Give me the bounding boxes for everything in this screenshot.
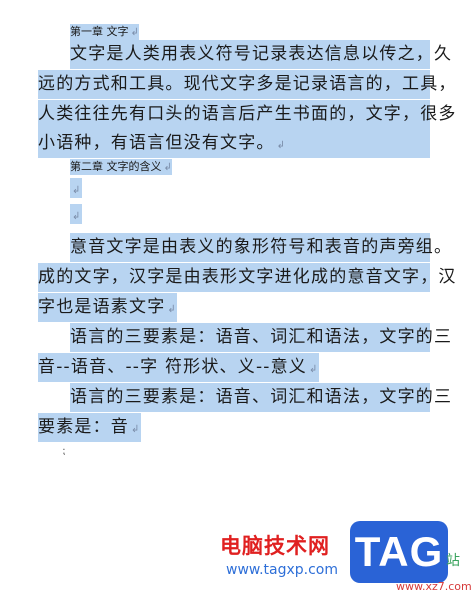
line-text: 语言的三要素是：语音、词汇和语法，文字的三: [70, 387, 453, 407]
paragraph-2-line-1[interactable]: 意音文字是由表义的象形符号和表音的声旁组。: [70, 233, 451, 262]
empty-paragraph-1[interactable]: ↲: [70, 178, 82, 198]
paragraph-mark-icon: ↲: [276, 140, 287, 151]
paragraph-mark-icon: ↲: [130, 27, 139, 38]
line-text: 远的方式和工具。现代文字多是记录语言的，工具，: [38, 74, 457, 94]
paragraph-1-line-2[interactable]: 远的方式和工具。现代文字多是记录语言的，工具，: [38, 70, 455, 99]
chapter-heading-1-text: 第一章 文字: [70, 25, 129, 38]
paragraph-1-line-3[interactable]: 人类往往先有口头的语言后产生书面的，文字，很多: [38, 100, 455, 129]
tag-logo: TAG: [350, 521, 448, 583]
document-page[interactable]: 第一章 文字 ↲ 文字是人类用表义符号记录表达信息以传之，久 远的方式和工具。现代…: [0, 0, 474, 599]
paragraph-4-line-1[interactable]: 语言的三要素是：语音、词汇和语法，文字的三: [70, 383, 451, 412]
chapter-heading-2[interactable]: 第二章 文字的含义 ↲: [70, 159, 172, 175]
paragraph-3-line-1[interactable]: 语言的三要素是：语音、词汇和语法，文字的三: [70, 323, 451, 352]
watermark-zhan: 站: [446, 553, 460, 569]
line-text: 人类往往先有口头的语言后产生书面的，文字，很多: [38, 104, 457, 124]
paragraph-mark-icon: ↲: [167, 304, 177, 315]
text-cursor-icon: ⁏: [62, 446, 66, 457]
paragraph-mark-icon: ↲: [72, 185, 81, 196]
line-text: 小语种，有语言但没有文字。: [38, 133, 275, 153]
paragraph-mark-icon: ↲: [72, 211, 81, 222]
paragraph-2-line-2[interactable]: 成的文字，汉字是由表形文字进化成的意音文字，汉: [38, 263, 455, 292]
watermark-site-name: 电脑技术网: [220, 534, 330, 558]
line-text: 音--语音、--字 符形状、义--意义: [38, 357, 308, 377]
empty-paragraph-2[interactable]: ↲: [70, 204, 82, 224]
line-text: 文字是人类用表义符号记录表达信息以传之，久: [70, 44, 453, 64]
chapter-heading-1[interactable]: 第一章 文字 ↲: [70, 24, 139, 40]
line-text: 字也是语素文字: [38, 297, 166, 317]
paragraph-3-line-2[interactable]: 音--语音、--字 符形状、义--意义 ↲: [38, 353, 319, 382]
chapter-heading-2-text: 第二章 文字的含义: [70, 160, 162, 173]
paragraph-2-line-3[interactable]: 字也是语素文字 ↲: [38, 293, 177, 322]
line-text: 成的文字，汉字是由表形文字进化成的意音文字，汉: [38, 267, 457, 287]
paragraph-mark-icon: ↲: [131, 424, 141, 435]
paragraph-1-line-4[interactable]: 小语种，有语言但没有文字。 ↲: [38, 129, 430, 158]
watermark-xz-url: www.xz7.com: [396, 580, 472, 593]
line-text: 语言的三要素是：语音、词汇和语法，文字的三: [70, 327, 453, 347]
line-text: 要素是：音: [38, 417, 129, 437]
paragraph-1-line-1[interactable]: 文字是人类用表义符号记录表达信息以传之，久: [70, 40, 451, 69]
paragraph-4-line-2[interactable]: 要素是：音 ↲: [38, 413, 141, 442]
paragraph-mark-icon: ↲: [309, 364, 319, 375]
watermark-url: www.tagxp.com: [226, 562, 338, 578]
paragraph-mark-icon: ↲: [163, 162, 172, 173]
line-text: 意音文字是由表义的象形符号和表音的声旁组。: [70, 237, 453, 257]
